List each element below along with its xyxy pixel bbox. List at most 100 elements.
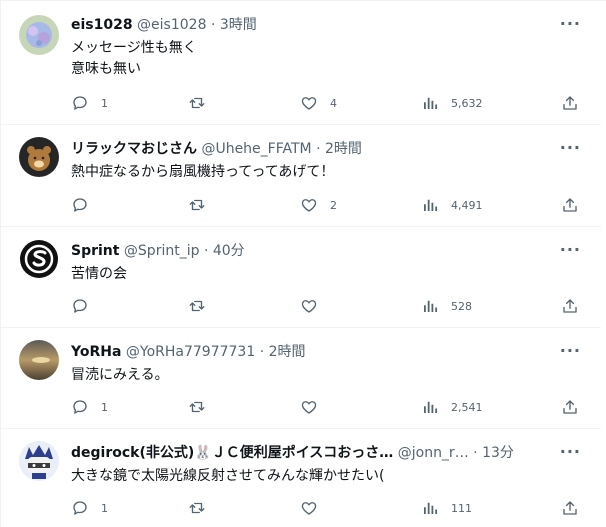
user-handle[interactable]: @eis1028 xyxy=(137,17,206,33)
reply-feed: eis1028 @eis1028 · 3時間 ··· メッセージ性も無く 意味も… xyxy=(0,0,606,527)
tweet-text-line: メッセージ性も無く xyxy=(71,40,197,56)
more-icon[interactable]: ··· xyxy=(560,444,581,460)
tweet[interactable]: eis1028 @eis1028 · 3時間 ··· メッセージ性も無く 意味も… xyxy=(1,1,601,125)
separator-dot: · xyxy=(259,344,265,360)
display-name[interactable]: リラックマおじさん xyxy=(71,141,197,157)
timestamp[interactable]: 2時間 xyxy=(269,344,306,360)
user-handle[interactable]: @YoRHa77977731 xyxy=(126,344,255,360)
more-icon[interactable]: ··· xyxy=(560,16,581,32)
reply-button[interactable]: 1 xyxy=(71,93,108,113)
avatar[interactable] xyxy=(19,340,59,380)
tweet-header: YoRHa @YoRHa77977731 · 2時間 xyxy=(71,342,561,362)
retweet-button[interactable] xyxy=(188,397,218,417)
reply-count: 1 xyxy=(101,501,108,515)
like-button[interactable] xyxy=(300,296,330,316)
avatar[interactable] xyxy=(19,15,59,55)
heart-icon xyxy=(301,401,317,414)
avatar[interactable] xyxy=(19,239,59,279)
views-count: 528 xyxy=(451,299,472,313)
timestamp[interactable]: 40分 xyxy=(213,243,245,259)
more-icon[interactable]: ··· xyxy=(560,242,581,258)
views-icon xyxy=(424,401,438,413)
views-button[interactable]: 528 xyxy=(421,296,472,316)
tweet-actions: 2 4,491 xyxy=(71,195,591,215)
share-button[interactable] xyxy=(561,296,579,316)
like-count: 4 xyxy=(330,96,337,110)
share-icon xyxy=(563,501,577,515)
views-icon xyxy=(424,502,438,514)
separator-dot: · xyxy=(473,445,478,461)
share-button[interactable] xyxy=(561,397,579,417)
display-name[interactable]: Sprint xyxy=(71,243,119,259)
tweet-text: メッセージ性も無く 意味も無い xyxy=(71,38,581,80)
share-icon xyxy=(563,96,577,110)
reply-button[interactable] xyxy=(71,296,101,316)
retweet-icon xyxy=(189,502,205,514)
user-handle[interactable]: @jonn_r… xyxy=(398,445,469,461)
views-button[interactable]: 4,491 xyxy=(421,195,483,215)
share-icon xyxy=(563,299,577,313)
tweet-text: 熱中症なるから扇風機持ってってあげて！ xyxy=(71,164,335,180)
like-count: 2 xyxy=(330,198,337,212)
reply-count: 1 xyxy=(101,400,108,414)
share-icon xyxy=(563,400,577,414)
display-name[interactable]: degirock(非公式)🐰ＪＣ便利屋ポイスコおっさ… xyxy=(71,445,393,461)
reply-icon xyxy=(73,501,87,515)
views-button[interactable]: 2,541 xyxy=(421,397,483,417)
separator-dot: · xyxy=(203,243,209,259)
tweet-text: 大きな鏡で太陽光線反射させてみんな輝かせたい( xyxy=(71,468,385,484)
retweet-icon xyxy=(189,199,205,211)
timestamp[interactable]: 3時間 xyxy=(220,17,257,33)
separator-dot: · xyxy=(316,141,321,157)
tweet-header: eis1028 @eis1028 · 3時間 xyxy=(71,15,561,35)
retweet-button[interactable] xyxy=(188,296,218,316)
views-icon xyxy=(424,97,438,109)
user-handle[interactable]: @Uhehe_FFATM xyxy=(201,141,311,157)
share-button[interactable] xyxy=(561,498,579,518)
more-icon[interactable]: ··· xyxy=(560,140,581,156)
tweet-actions: 1 4 5,632 xyxy=(71,93,591,113)
tweet-actions: 1 111 xyxy=(71,498,591,518)
like-button[interactable]: 2 xyxy=(300,195,337,215)
avatar[interactable] xyxy=(19,137,59,177)
reply-button[interactable]: 1 xyxy=(71,397,108,417)
tweet-header: リラックマおじさん @Uhehe_FFATM · 2時間 xyxy=(71,139,561,159)
tweet-text: 苦情の会 xyxy=(71,266,127,282)
views-count: 5,632 xyxy=(451,96,483,110)
retweet-icon xyxy=(189,97,205,109)
tweet-text: 冒涜にみえる。 xyxy=(71,367,169,383)
retweet-button[interactable] xyxy=(188,498,218,518)
like-button[interactable]: 4 xyxy=(300,93,337,113)
views-button[interactable]: 5,632 xyxy=(421,93,483,113)
share-button[interactable] xyxy=(561,195,579,215)
reply-button[interactable] xyxy=(71,195,101,215)
tweet-actions: 528 xyxy=(71,296,591,316)
timestamp[interactable]: 2時間 xyxy=(325,141,362,157)
tweet[interactable]: YoRHa @YoRHa77977731 · 2時間 ··· 冒涜にみえる。 1… xyxy=(1,328,601,429)
views-icon xyxy=(424,300,438,312)
reply-button[interactable]: 1 xyxy=(71,498,108,518)
retweet-button[interactable] xyxy=(188,195,218,215)
views-count: 4,491 xyxy=(451,198,483,212)
display-name[interactable]: eis1028 xyxy=(71,17,133,33)
more-icon[interactable]: ··· xyxy=(560,343,581,359)
heart-icon xyxy=(301,97,317,110)
heart-icon xyxy=(301,502,317,515)
separator-dot: · xyxy=(210,17,216,33)
tweet[interactable]: リラックマおじさん @Uhehe_FFATM · 2時間 ··· 熱中症なるから… xyxy=(1,125,601,227)
retweet-button[interactable] xyxy=(188,93,218,113)
tweet-text-line: 意味も無い xyxy=(71,61,141,77)
user-handle[interactable]: @Sprint_ip xyxy=(124,243,200,259)
display-name[interactable]: YoRHa xyxy=(71,344,121,360)
reply-icon xyxy=(73,299,87,313)
views-button[interactable]: 111 xyxy=(421,498,472,518)
avatar[interactable] xyxy=(19,441,59,481)
tweet[interactable]: Sprint @Sprint_ip · 40分 ··· 苦情の会 528 xyxy=(1,227,601,328)
like-button[interactable] xyxy=(300,498,330,518)
tweet-actions: 1 2,541 xyxy=(71,397,591,417)
like-button[interactable] xyxy=(300,397,330,417)
timestamp[interactable]: 13分 xyxy=(482,445,514,461)
tweet[interactable]: degirock(非公式)🐰ＪＣ便利屋ポイスコおっさ… @jonn_r… · 1… xyxy=(1,429,601,527)
share-button[interactable] xyxy=(561,93,579,113)
views-icon xyxy=(424,199,438,211)
